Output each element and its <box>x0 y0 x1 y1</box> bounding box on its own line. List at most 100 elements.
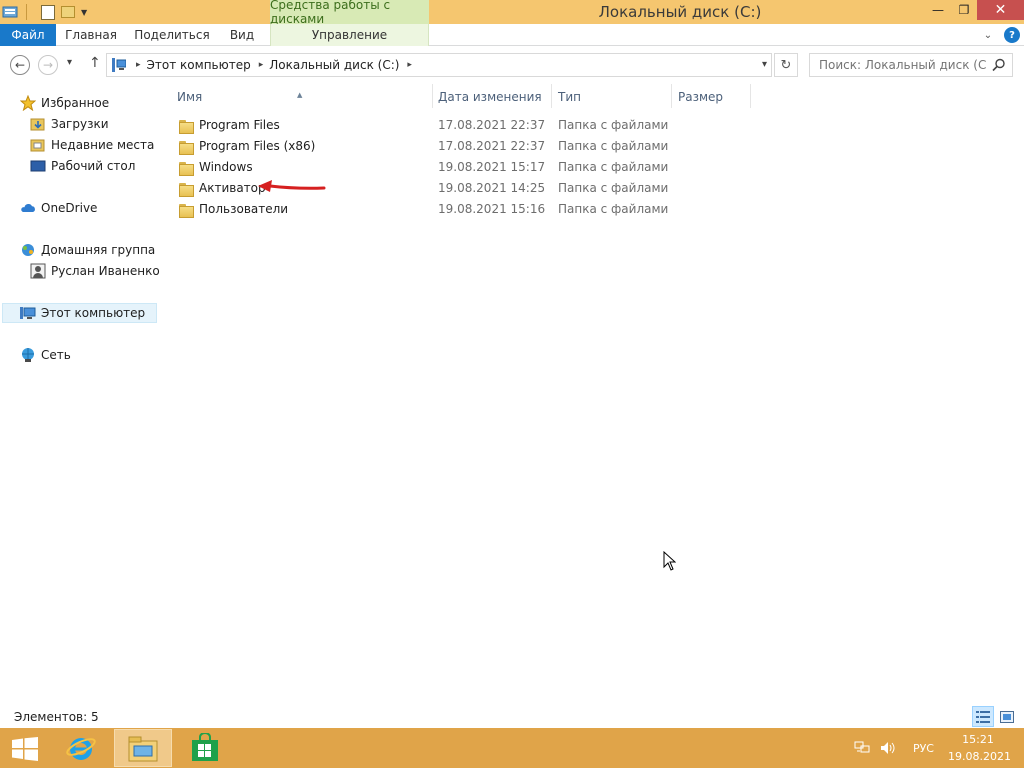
taskbar-file-explorer[interactable] <box>114 729 172 767</box>
nav-recent-places-label: Недавние места <box>51 138 155 152</box>
up-button[interactable]: ↑ <box>89 55 101 71</box>
large-icons-view-icon[interactable] <box>996 706 1018 727</box>
new-folder-icon[interactable] <box>61 6 75 18</box>
file-name-cell: Windows <box>179 157 253 178</box>
nav-downloads[interactable]: Загрузки <box>30 114 109 134</box>
folder-icon <box>179 182 194 197</box>
properties-icon[interactable] <box>41 4 55 20</box>
nav-this-pc[interactable]: Этот компьютер <box>2 303 157 323</box>
column-divider[interactable] <box>750 84 751 108</box>
file-type: Папка с файлами <box>558 118 669 132</box>
file-name-cell: Program Files (x86) <box>179 136 315 157</box>
tab-view[interactable]: Вид <box>220 24 264 46</box>
taskbar-store[interactable] <box>176 729 234 767</box>
file-name: Program Files <box>199 118 280 132</box>
file-type: Папка с файлами <box>558 181 669 195</box>
column-header-size[interactable]: Размер <box>671 86 749 108</box>
nav-network[interactable]: Сеть <box>20 345 71 365</box>
taskbar: РУС 15:21 19.08.2021 <box>0 728 1024 768</box>
table-row[interactable]: Пользователи 19.08.2021 15:16 Папка с фа… <box>170 199 690 220</box>
taskbar-internet-explorer[interactable] <box>52 729 110 767</box>
ribbon-right-controls: ⌄ ? <box>980 27 1020 43</box>
restore-button[interactable]: ❐ <box>951 0 977 20</box>
refresh-button[interactable]: ↻ <box>774 53 798 77</box>
speaker-volume-icon[interactable] <box>879 740 897 756</box>
nav-homegroup[interactable]: Домашняя группа <box>20 240 155 260</box>
recent-places-icon <box>30 137 46 153</box>
minimize-button[interactable]: — <box>925 0 951 20</box>
clock-date: 19.08.2021 <box>948 750 1011 763</box>
folder-icon <box>179 140 194 155</box>
file-type: Папка с файлами <box>558 202 669 216</box>
breadcrumb-this-pc[interactable]: Этот компьютер <box>147 58 251 72</box>
window-title: Локальный диск (C:) <box>598 3 762 21</box>
clock[interactable]: 15:21 19.08.2021 <box>948 731 1011 765</box>
details-view-icon[interactable] <box>972 706 994 727</box>
nav-onedrive[interactable]: OneDrive <box>20 198 97 218</box>
nav-onedrive-label: OneDrive <box>41 201 98 215</box>
nav-recent-places[interactable]: Недавние места <box>30 135 154 155</box>
nav-user[interactable]: Руслан Иваненко <box>30 261 160 281</box>
this-pc-icon <box>20 305 36 321</box>
help-icon[interactable]: ? <box>1004 27 1020 43</box>
recent-locations-button[interactable]: ▾ <box>67 57 72 68</box>
column-header-name[interactable]: Имя ▲ <box>170 86 430 108</box>
breadcrumb-chevron-icon[interactable]: ▸ <box>407 60 412 70</box>
table-row[interactable]: Program Files 17.08.2021 22:37 Папка с ф… <box>170 115 690 136</box>
tab-share[interactable]: Поделиться <box>128 24 216 46</box>
view-switcher <box>972 706 1018 727</box>
back-button[interactable]: ← <box>10 55 30 75</box>
customize-qat-icon[interactable]: ▼ <box>81 8 87 17</box>
nav-user-label: Руслан Иваненко <box>51 264 160 278</box>
column-header-type[interactable]: Тип <box>551 86 669 108</box>
start-windows-icon[interactable] <box>12 737 38 761</box>
folder-icon <box>179 119 194 134</box>
address-history-dropdown-icon[interactable]: ▾ <box>762 59 767 70</box>
nav-favorites-label: Избранное <box>41 96 110 110</box>
address-bar[interactable]: ▸ Этот компьютер ▸ Локальный диск (C:) ▸… <box>106 53 772 77</box>
clock-time: 15:21 <box>962 733 994 746</box>
system-tray: РУС 15:21 19.08.2021 <box>853 728 1024 768</box>
search-icon[interactable] <box>992 58 1006 72</box>
column-header-name-label: Имя <box>177 90 203 104</box>
mouse-cursor-icon <box>663 551 676 571</box>
table-row[interactable]: Активатор 19.08.2021 14:25 Папка с файла… <box>170 178 690 199</box>
nav-desktop[interactable]: Рабочий стол <box>30 156 135 176</box>
breadcrumb-local-disk[interactable]: Локальный диск (C:) <box>269 58 399 72</box>
file-name-cell: Пользователи <box>179 199 288 220</box>
star-icon <box>20 95 36 111</box>
network-tray-icon[interactable] <box>853 740 871 756</box>
search-box[interactable] <box>809 53 1013 77</box>
quick-access-toolbar: ▼ <box>0 0 87 24</box>
forward-button[interactable]: → <box>38 55 58 75</box>
tab-home[interactable]: Главная <box>58 24 124 46</box>
user-avatar-icon <box>30 263 46 279</box>
nav-network-label: Сеть <box>41 348 71 362</box>
tab-file[interactable]: Файл <box>0 24 56 46</box>
expand-ribbon-icon[interactable]: ⌄ <box>980 27 996 43</box>
breadcrumb-chevron-icon[interactable]: ▸ <box>259 60 264 70</box>
close-button[interactable]: ✕ <box>977 0 1024 20</box>
input-language-indicator[interactable]: РУС <box>913 742 934 755</box>
internet-explorer-icon <box>66 738 96 760</box>
file-type: Папка с файлами <box>558 139 669 153</box>
file-date: 19.08.2021 15:17 <box>438 160 546 174</box>
folder-icon <box>179 161 194 176</box>
breadcrumb-chevron-icon[interactable]: ▸ <box>136 60 141 70</box>
nav-favorites[interactable]: Избранное <box>20 93 109 113</box>
red-arrow-annotation <box>258 180 326 192</box>
table-row[interactable]: Program Files (x86) 17.08.2021 22:37 Пап… <box>170 136 690 157</box>
tab-manage[interactable]: Управление <box>270 24 429 46</box>
table-row[interactable]: Windows 19.08.2021 15:17 Папка с файлами <box>170 157 690 178</box>
search-input[interactable] <box>810 54 986 76</box>
navigation-pane: Избранное Загрузки Недавние места Рабочи… <box>0 84 160 704</box>
column-header-date[interactable]: Дата изменения <box>431 86 549 108</box>
ribbon-tabs: Файл Главная Поделиться Вид Управление ⌄… <box>0 24 1024 46</box>
file-name-cell: Активатор <box>179 178 266 199</box>
nav-this-pc-label: Этот компьютер <box>41 306 146 320</box>
title-bar: ▼ Средства работы с дисками Локальный ди… <box>0 0 1024 26</box>
file-list: Имя ▲ Дата изменения Тип Размер Program … <box>170 84 770 704</box>
qat-divider <box>26 4 27 20</box>
nav-downloads-label: Загрузки <box>51 117 109 131</box>
explorer-window-icon[interactable] <box>2 4 18 20</box>
